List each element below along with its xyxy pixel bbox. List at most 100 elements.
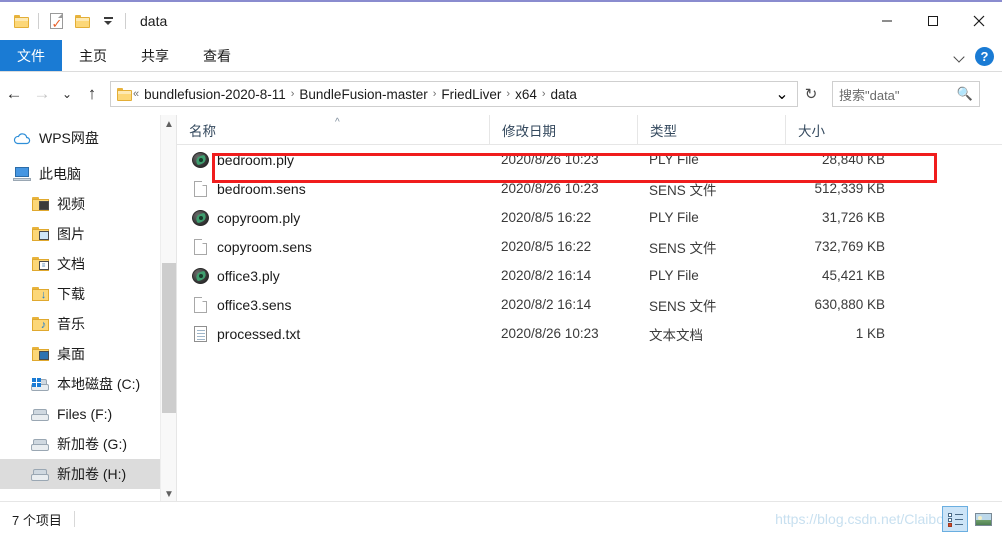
item-count-label: 7 个项目: [12, 512, 62, 528]
file-type-cell: PLY File: [649, 210, 699, 225]
file-date-cell: 2020/8/2 16:14: [501, 268, 592, 283]
maximize-button[interactable]: [910, 2, 956, 40]
column-header-size[interactable]: 大小: [785, 115, 895, 145]
file-date-cell: 2020/8/5 16:22: [501, 210, 592, 225]
sidebar-item-downloads[interactable]: ↓ 下载: [0, 279, 176, 309]
window-title: data: [140, 13, 168, 29]
customize-caret-icon[interactable]: [95, 8, 121, 34]
pictures-folder-icon: [30, 225, 50, 243]
file-name-cell[interactable]: office3.ply: [177, 261, 489, 290]
breadcrumb-item[interactable]: bundlefusion-2020-8-11: [140, 87, 290, 102]
search-input[interactable]: 搜索"data": [839, 85, 957, 104]
breadcrumb-overflow[interactable]: «: [132, 88, 140, 100]
sidebar-item-label: 本地磁盘 (C:): [57, 376, 141, 392]
tab-home[interactable]: 主页: [62, 40, 124, 71]
folder-icon[interactable]: [8, 8, 34, 34]
sidebar-item-local-disk-c[interactable]: 本地磁盘 (C:): [0, 369, 176, 399]
search-box[interactable]: 搜索"data" 🔍: [832, 81, 980, 107]
file-name-cell[interactable]: bedroom.sens: [177, 174, 489, 203]
address-folder-icon: [117, 87, 132, 101]
sidebar-item-desktop[interactable]: 桌面: [0, 339, 176, 369]
file-list-pane: 名称 ^ 修改日期 类型 大小 bedroom.ply 2020/8/26 10…: [177, 115, 1002, 503]
file-date-cell: 2020/8/26 10:23: [501, 181, 599, 196]
sidebar-item-volume-h[interactable]: 新加卷 (H:): [0, 459, 176, 489]
table-row[interactable]: copyroom.sens 2020/8/5 16:22 SENS 文件 732…: [177, 232, 1002, 261]
minimize-button[interactable]: [864, 2, 910, 40]
recent-locations-button[interactable]: ⌄: [56, 80, 78, 108]
breadcrumb-item[interactable]: BundleFusion-master: [295, 87, 431, 102]
text-file-icon: [189, 325, 211, 342]
table-row[interactable]: bedroom.sens 2020/8/26 10:23 SENS 文件 512…: [177, 174, 1002, 203]
tab-file[interactable]: 文件: [0, 40, 62, 71]
help-icon[interactable]: ?: [975, 46, 994, 66]
sidebar-item-documents[interactable]: ≡ 文档: [0, 249, 176, 279]
file-name-cell[interactable]: office3.sens: [177, 290, 489, 319]
tab-view[interactable]: 查看: [186, 40, 248, 71]
refresh-icon[interactable]: ↻: [798, 85, 824, 103]
scroll-up-icon[interactable]: ▲: [161, 115, 176, 133]
sidebar-item-wps-cloud[interactable]: WPS网盘: [0, 123, 176, 153]
sidebar-item-pictures[interactable]: 图片: [0, 219, 176, 249]
sidebar-item-label: 图片: [57, 226, 85, 242]
sidebar-item-label: 新加卷 (H:): [57, 466, 127, 482]
address-dropdown-icon[interactable]: ⌄: [771, 84, 793, 104]
sidebar-item-files-f[interactable]: Files (F:): [0, 399, 176, 429]
file-name-cell[interactable]: copyroom.ply: [177, 203, 489, 232]
large-icons-view-button[interactable]: [970, 506, 996, 532]
address-bar-row: ← → ⌄ ↑ « bundlefusion-2020-8-11 › Bundl…: [0, 73, 1002, 115]
sidebar-scrollbar[interactable]: ▲ ▼: [160, 115, 176, 503]
sort-ascending-icon: ^: [335, 116, 340, 128]
table-row[interactable]: office3.ply 2020/8/2 16:14 PLY File 45,4…: [177, 261, 1002, 290]
this-pc-icon: [12, 165, 32, 183]
up-button[interactable]: ↑: [78, 80, 106, 108]
sidebar-item-this-pc[interactable]: 此电脑: [0, 159, 176, 189]
close-button[interactable]: [956, 2, 1002, 40]
breadcrumb-item[interactable]: data: [547, 87, 581, 102]
divider: [125, 13, 126, 29]
breadcrumb-item[interactable]: FriedLiver: [437, 87, 505, 102]
file-size-cell: 28,840 KB: [821, 152, 885, 167]
address-bar[interactable]: « bundlefusion-2020-8-11 › BundleFusion-…: [110, 81, 798, 107]
table-row[interactable]: office3.sens 2020/8/2 16:14 SENS 文件 630,…: [177, 290, 1002, 319]
table-row[interactable]: copyroom.ply 2020/8/5 16:22 PLY File 31,…: [177, 203, 1002, 232]
details-view-button[interactable]: [942, 506, 968, 532]
tab-share[interactable]: 共享: [124, 40, 186, 71]
file-name-label: processed.txt: [217, 325, 301, 342]
file-size-cell: 630,880 KB: [814, 297, 885, 312]
generic-file-icon: [189, 238, 211, 255]
sidebar-item-volume-g[interactable]: 新加卷 (G:): [0, 429, 176, 459]
sidebar-item-label: WPS网盘: [39, 130, 99, 146]
file-type-cell: SENS 文件: [649, 240, 717, 256]
generic-file-icon: [189, 296, 211, 313]
file-name-cell[interactable]: processed.txt: [177, 319, 489, 348]
quick-access-toolbar: ✓: [0, 8, 130, 34]
file-type-cell: PLY File: [649, 152, 699, 167]
file-size-cell: 45,421 KB: [821, 268, 885, 283]
table-row[interactable]: bedroom.ply 2020/8/26 10:23 PLY File 28,…: [177, 145, 1002, 174]
column-header-name[interactable]: 名称 ^: [177, 115, 489, 145]
column-header-type[interactable]: 类型: [637, 115, 785, 145]
back-button[interactable]: ←: [0, 80, 28, 108]
properties-icon[interactable]: ✓: [43, 8, 69, 34]
file-name-label: copyroom.sens: [217, 238, 312, 255]
file-name-label: bedroom.ply: [217, 151, 295, 168]
new-folder-icon[interactable]: [69, 8, 95, 34]
sidebar-item-label: 文档: [57, 256, 85, 272]
forward-button[interactable]: →: [28, 80, 56, 108]
column-header-date[interactable]: 修改日期: [489, 115, 637, 145]
file-type-cell: SENS 文件: [649, 182, 717, 198]
chevron-down-icon[interactable]: [954, 53, 965, 60]
file-name-cell[interactable]: bedroom.ply: [177, 145, 489, 174]
breadcrumb-item[interactable]: x64: [511, 87, 541, 102]
details-view-icon: [947, 512, 963, 527]
file-type-cell: PLY File: [649, 268, 699, 283]
table-row[interactable]: processed.txt 2020/8/26 10:23 文本文档 1 KB: [177, 319, 1002, 348]
sidebar-item-videos[interactable]: 视频: [0, 189, 176, 219]
file-name-label: office3.ply: [217, 267, 280, 284]
scrollbar-thumb[interactable]: [162, 263, 176, 413]
sidebar-item-label: 此电脑: [39, 166, 81, 182]
sidebar-item-music[interactable]: ♪ 音乐: [0, 309, 176, 339]
search-icon[interactable]: 🔍: [957, 86, 973, 102]
file-name-cell[interactable]: copyroom.sens: [177, 232, 489, 261]
file-type-cell: 文本文档: [649, 327, 703, 343]
